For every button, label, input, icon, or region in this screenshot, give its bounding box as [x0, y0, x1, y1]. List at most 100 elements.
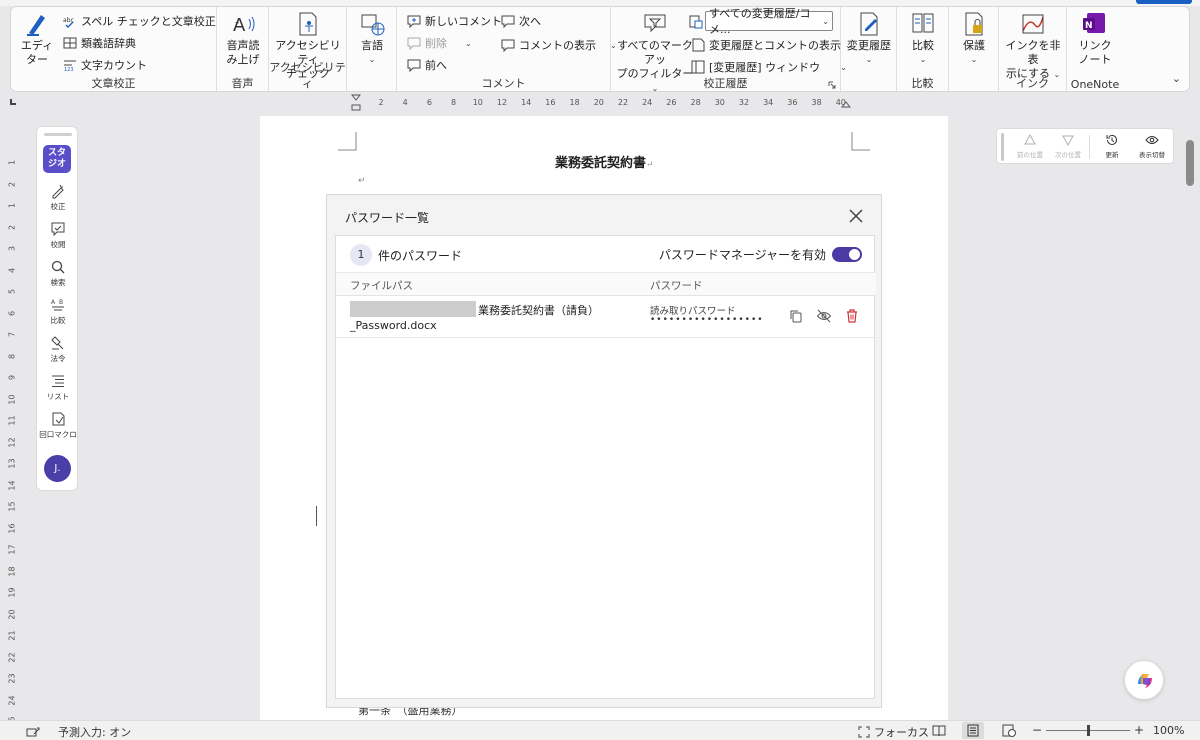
print-layout-button[interactable] — [962, 722, 984, 739]
group-language: 言語 ⌄ — [347, 7, 397, 93]
ruler-tick: 14 — [521, 98, 532, 107]
tab-selector[interactable] — [10, 99, 16, 105]
svg-text:A: A — [51, 299, 56, 306]
predictions-icon — [26, 727, 40, 737]
linked-notes-button[interactable]: N リンク ノート — [1071, 11, 1119, 67]
dialog-launcher-icon[interactable] — [828, 81, 836, 89]
toolbar-drag-handle[interactable] — [1001, 133, 1004, 161]
copilot-button[interactable] — [1124, 660, 1164, 700]
focus-mode-button[interactable]: フォーカス — [858, 724, 929, 740]
print-layout-icon — [967, 724, 979, 737]
show-markup-label: 変更履歴とコメントの表示 — [709, 39, 841, 52]
ribbon-review: エディ ター abc スペル チェックと文章校正 ⌄ 類義語辞典 123 文字カ… — [10, 6, 1190, 93]
ruler-tick: 17 — [7, 544, 17, 555]
vertical-scrollbar[interactable] — [1186, 140, 1194, 186]
predictions-status[interactable]: 予測入力: オン — [26, 724, 131, 740]
display-for-review-select[interactable]: すべての変更履歴/コメ... ⌄ — [705, 7, 833, 36]
hide-ink-button[interactable]: インクを非表 示にする ⌄ — [1003, 11, 1063, 82]
share-button[interactable] — [1136, 0, 1192, 4]
ruler-tick: 34 — [763, 98, 774, 107]
addin-logo[interactable]: スタ ジオ — [43, 145, 71, 173]
sidepanel-item-label: リスト — [46, 392, 70, 401]
ruler-tick: 32 — [738, 98, 750, 107]
copilot-icon — [1138, 674, 1152, 688]
zoom-level[interactable]: 100% — [1153, 724, 1184, 737]
zoom-in-button[interactable]: + — [1134, 723, 1144, 737]
next-comment-button[interactable]: 次へ — [501, 13, 541, 29]
vertical-ruler[interactable]: 1 2 1 2 3 4 5 6 7 8 9 10 11 12 13 14 15 16 17 18 19 20 21 22 23 2… — [6, 118, 18, 740]
sidepanel-item-label: 校正 — [50, 202, 66, 211]
macro-icon — [52, 412, 65, 426]
horizontal-ruler[interactable]: 2 4 6 8 10 12 14 16 18 20 22 24 26 28 30 32 34 36 38 40 — [351, 94, 855, 111]
show-markup-button[interactable]: 変更履歴とコメントの表示 ⌄ — [691, 37, 852, 53]
refresh-button[interactable]: 更新 — [1093, 133, 1131, 159]
sidepanel-item-compare[interactable]: AB 比較 — [37, 297, 79, 326]
thesaurus-label: 類義語辞典 — [81, 37, 136, 50]
avatar[interactable]: J. — [44, 455, 71, 482]
compare-button[interactable]: 比較 ⌄ — [901, 11, 945, 67]
track-changes-button[interactable]: 変更履歴 ⌄ — [845, 11, 893, 67]
table-row: 業務委託契約書（請負） _Password.docx 読み取りパスワード •••… — [336, 296, 876, 338]
protect-button[interactable]: 保護 ⌄ — [953, 11, 995, 67]
language-button[interactable]: 言語 ⌄ — [351, 11, 393, 67]
ruler-tick: 1 — [7, 159, 17, 166]
close-icon[interactable] — [847, 207, 865, 225]
sidepanel-item-law[interactable]: 法令 — [37, 335, 79, 364]
display-for-review-value: すべての変更履歴/コメ... — [709, 7, 811, 36]
zoom-slider-thumb[interactable] — [1087, 725, 1090, 736]
password-manager-toggle[interactable] — [832, 247, 862, 262]
ruler-tick: 40 — [835, 98, 846, 107]
spelling-button[interactable]: abc スペル チェックと文章校正 ⌄ — [63, 13, 240, 29]
proofing-icon — [52, 184, 64, 199]
thesaurus-button[interactable]: 類義語辞典 — [63, 35, 136, 51]
panel-drag-handle[interactable] — [44, 133, 72, 136]
next-comment-icon — [501, 15, 515, 28]
new-comment-button[interactable]: 新しいコメント — [407, 13, 502, 29]
reviewing-pane-button[interactable]: [変更履歴] ウィンドウ ⌄ — [691, 59, 847, 75]
sidepanel-item-proofing[interactable]: 校正 — [37, 183, 79, 212]
delete-comment-button[interactable]: 削除 ⌄ — [407, 35, 472, 51]
sidepanel-item-macro[interactable]: 回口マクロ — [37, 411, 79, 440]
password-manager-toggle-label: パスワードマネージャーを有効 — [658, 248, 826, 262]
count-suffix: 件のパスワード — [378, 248, 463, 263]
sidepanel-item-search[interactable]: 検索 — [37, 259, 79, 288]
ribbon-collapse-icon[interactable]: ⌄ — [1172, 72, 1181, 85]
web-layout-icon[interactable] — [1002, 724, 1016, 737]
wordcount-button[interactable]: 123 文字カウント — [63, 57, 147, 73]
toggle-view-button[interactable]: 表示切替 — [1133, 133, 1171, 159]
history-icon — [1106, 134, 1117, 145]
editor-button[interactable]: エディ ター — [17, 11, 57, 67]
sidepanel-item-review[interactable]: 校閲 — [37, 221, 79, 250]
ruler-tick: 20 — [593, 98, 604, 107]
wordcount-icon: 123 — [64, 60, 76, 72]
show-comments-button[interactable]: コメントの表示 ⌄ — [501, 37, 617, 53]
prev-position-button[interactable]: 前の位置 — [1011, 133, 1049, 159]
copy-icon[interactable] — [788, 308, 804, 324]
ruler-tick: 24 — [7, 694, 17, 706]
delete-comment-label: 削除 — [425, 37, 447, 50]
ruler-tick: 7 — [7, 331, 17, 338]
eye-off-icon[interactable] — [816, 308, 832, 324]
next-position-button[interactable]: 次の位置 — [1049, 133, 1087, 159]
read-mode-icon[interactable] — [932, 724, 946, 737]
triangle-up-icon — [1024, 133, 1036, 145]
speech-group-label: 音声 — [231, 77, 254, 90]
prev-comment-button[interactable]: 前へ — [407, 57, 447, 73]
ruler-tick: 11 — [7, 415, 17, 426]
indent-marker-icon[interactable] — [351, 94, 361, 112]
ruler-tick: 6 — [7, 310, 17, 316]
delete-icon[interactable] — [844, 308, 860, 324]
track-changes-label: 変更履歴 — [847, 39, 891, 52]
readaloud-button[interactable]: A 音声読 み上げ — [221, 11, 265, 67]
zoom-out-button[interactable]: − — [1032, 723, 1042, 737]
ruler-tick: 10 — [472, 98, 483, 107]
ruler-tick: 8 — [451, 98, 457, 107]
refresh-label: 更新 — [1105, 151, 1119, 159]
document-body-text: 第一条 （盛用業務） — [358, 708, 463, 717]
ruler-tick: 4 — [402, 98, 408, 107]
language-icon — [361, 14, 385, 36]
sidepanel-item-list[interactable]: リスト — [37, 373, 79, 402]
ruler-tick: 15 — [7, 501, 17, 512]
column-header-password: パスワード — [650, 280, 703, 292]
chevron-down-icon: ⌄ — [822, 16, 829, 26]
